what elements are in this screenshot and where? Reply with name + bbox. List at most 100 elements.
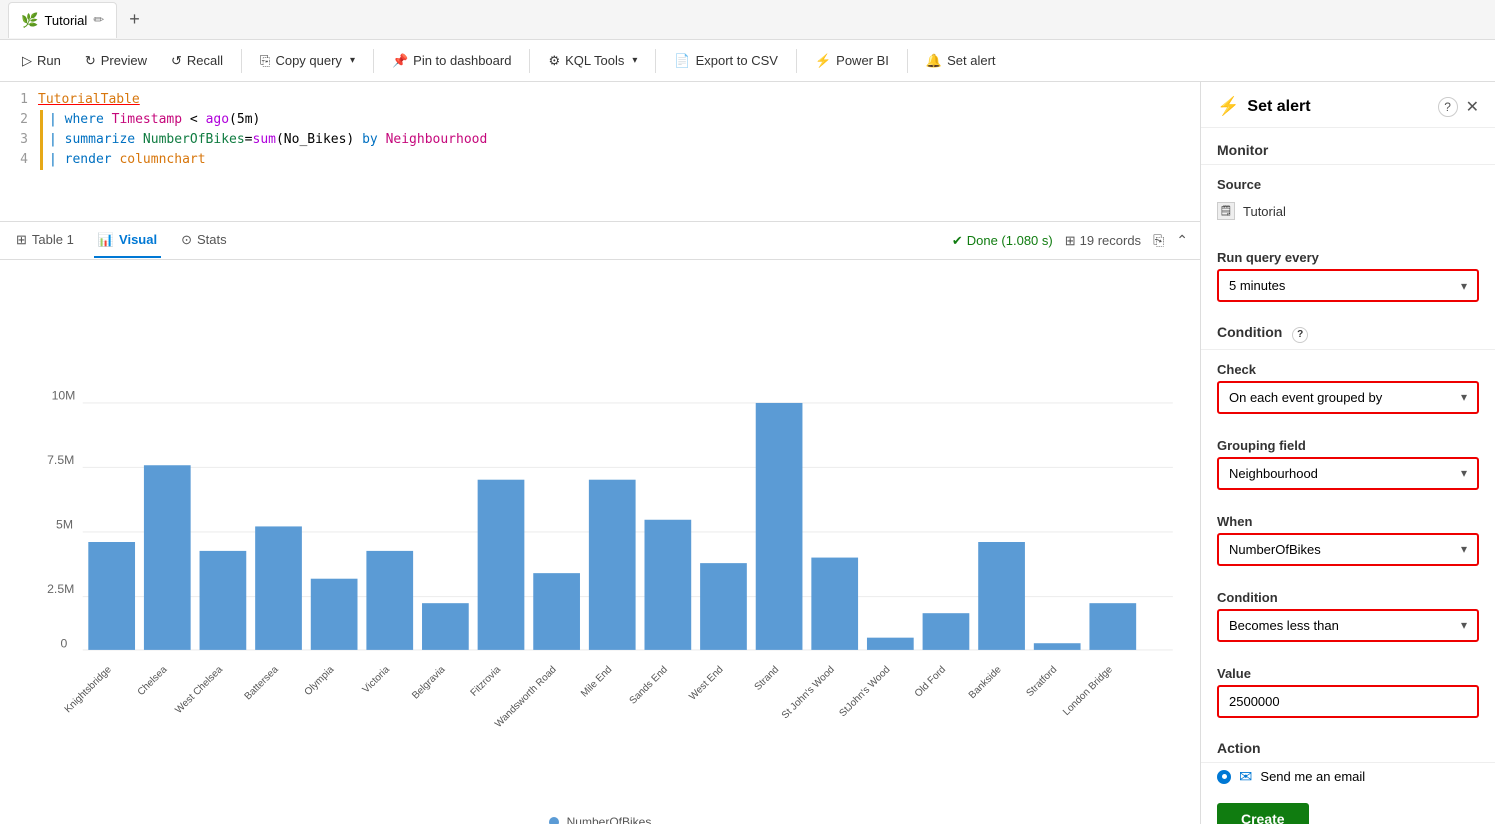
bar-stratford — [1034, 643, 1081, 650]
tutorial-tab[interactable]: 🌿 Tutorial ✏ — [8, 2, 117, 38]
chart-area: 10M 7.5M 5M 2.5M 0 Knights — [0, 260, 1200, 824]
condition-dropdown-section: Condition Becomes less than ▾ — [1201, 578, 1495, 654]
tab-visual[interactable]: 📊 Visual — [94, 224, 161, 258]
create-button[interactable]: Create — [1217, 803, 1309, 824]
tab-edit-icon[interactable]: ✏ — [93, 12, 104, 28]
table-tab-label: Table 1 — [32, 232, 74, 247]
results-tabs: ⊞ Table 1 📊 Visual ⊙ Stats ✔ Done (1.080… — [0, 222, 1200, 260]
legend-color — [549, 817, 559, 824]
source-row: 🗒 Tutorial — [1217, 196, 1479, 226]
value-input[interactable] — [1217, 685, 1479, 718]
bar-belgravia — [422, 603, 469, 650]
powerbi-label: Power BI — [836, 53, 889, 68]
status-done: ✔ Done (1.080 s) — [952, 233, 1053, 249]
powerbi-icon: ⚡ — [815, 53, 831, 69]
x-label-stratford: Stratford — [1024, 664, 1059, 699]
preview-label: Preview — [101, 53, 147, 68]
power-bi-button[interactable]: ⚡ Power BI — [805, 48, 899, 74]
chart-svg: 10M 7.5M 5M 2.5M 0 Knights — [16, 276, 1184, 808]
source-label: Source — [1217, 177, 1479, 192]
x-label-mile-end: Mile End — [579, 664, 614, 699]
x-label-olympia: Olympia — [303, 664, 337, 698]
panel-title: ⚡ Set alert — [1217, 96, 1311, 117]
copy-query-button[interactable]: ⎘ Copy query — [250, 48, 365, 74]
grouping-field-label: Grouping field — [1217, 438, 1479, 453]
condition-dropdown-value: Becomes less than — [1229, 618, 1339, 633]
visual-tab-label: Visual — [119, 232, 157, 247]
tab-stats[interactable]: ⊙ Stats — [177, 224, 231, 258]
monitor-section-title: Monitor — [1201, 128, 1495, 164]
grouping-field-arrow: ▾ — [1461, 466, 1467, 480]
condition-dropdown[interactable]: Becomes less than ▾ — [1217, 609, 1479, 642]
when-value: NumberOfBikes — [1229, 542, 1321, 557]
y-label-10m: 10M — [52, 389, 76, 403]
x-label-chelsea: Chelsea — [136, 664, 170, 698]
bar-fitzrovia — [478, 480, 525, 650]
editor-results: 1 TutorialTable 2 | where Timestamp < ag… — [0, 82, 1200, 824]
bar-st-johns-2 — [867, 638, 914, 650]
code-line-1: 1 TutorialTable — [0, 90, 1200, 110]
code-editor[interactable]: 1 TutorialTable 2 | where Timestamp < ag… — [0, 82, 1200, 222]
panel-header: ⚡ Set alert ? ✕ — [1201, 82, 1495, 128]
done-check-icon: ✔ — [952, 233, 963, 249]
kql-label: KQL Tools — [565, 53, 624, 68]
pin-icon: 📌 — [392, 53, 408, 69]
when-dropdown[interactable]: NumberOfBikes ▾ — [1217, 533, 1479, 566]
help-icon[interactable]: ? — [1438, 97, 1458, 117]
action-section-title: Action — [1201, 730, 1495, 762]
tab-bar: 🌿 Tutorial ✏ + — [0, 0, 1495, 40]
add-tab-button[interactable]: + — [121, 9, 148, 30]
x-label-fitzrovia: Fitzrovia — [469, 664, 504, 699]
results-status: ✔ Done (1.080 s) ⊞ 19 records ⎘ ⌃ — [952, 232, 1188, 249]
export-csv-button[interactable]: 📄 Export to CSV — [664, 48, 788, 74]
bar-sands-end — [644, 520, 691, 650]
x-label-bankside: Bankside — [967, 664, 1004, 701]
recall-button[interactable]: ↺ Recall — [161, 48, 233, 74]
bar-london-bridge — [1089, 603, 1136, 650]
run-query-dropdown[interactable]: 5 minutes ▾ — [1217, 269, 1479, 302]
bar-battersea — [255, 526, 302, 649]
bar-knightsbridge — [88, 542, 135, 650]
radio-dot — [1217, 770, 1231, 784]
close-icon[interactable]: ✕ — [1466, 97, 1479, 117]
run-label: Run — [37, 53, 61, 68]
condition-dropdown-arrow: ▾ — [1461, 618, 1467, 632]
send-email-row[interactable]: ✉ Send me an email — [1201, 763, 1495, 791]
code-line-3: 3 | summarize NumberOfBikes=sum(No_Bikes… — [0, 130, 1200, 150]
records-text: 19 records — [1080, 233, 1141, 248]
when-section: When NumberOfBikes ▾ — [1201, 502, 1495, 578]
preview-button[interactable]: ↻ Preview — [75, 48, 157, 74]
alert-label: Set alert — [947, 53, 995, 68]
expand-icon[interactable]: ⌃ — [1176, 232, 1188, 249]
sep4 — [655, 49, 656, 73]
check-arrow: ▾ — [1461, 390, 1467, 404]
outlook-icon: ✉ — [1239, 767, 1252, 787]
when-arrow: ▾ — [1461, 542, 1467, 556]
grouping-field-value: Neighbourhood — [1229, 466, 1318, 481]
tab-table[interactable]: ⊞ Table 1 — [12, 224, 78, 258]
grouping-field-dropdown[interactable]: Neighbourhood ▾ — [1217, 457, 1479, 490]
kql-icon: ⚙ — [548, 53, 560, 69]
code-line-2: 2 | where Timestamp < ago(5m) — [0, 110, 1200, 130]
y-label-0: 0 — [60, 637, 67, 651]
check-dropdown[interactable]: On each event grouped by ▾ — [1217, 381, 1479, 414]
bar-bankside — [978, 542, 1025, 650]
y-label-75m: 7.5M — [47, 453, 74, 467]
kql-tools-button[interactable]: ⚙ KQL Tools — [538, 48, 647, 74]
sep6 — [907, 49, 908, 73]
pin-dashboard-button[interactable]: 📌 Pin to dashboard — [382, 48, 521, 74]
check-section: Check On each event grouped by ▾ — [1201, 350, 1495, 426]
copy-results-icon[interactable]: ⎘ — [1153, 232, 1164, 249]
tab-label: Tutorial — [44, 13, 87, 28]
send-email-label: Send me an email — [1260, 769, 1365, 784]
run-button[interactable]: ▷ Run — [12, 48, 71, 74]
status-records: ⊞ 19 records — [1065, 233, 1141, 249]
source-section: Source 🗒 Tutorial — [1201, 165, 1495, 238]
condition-help-icon[interactable]: ? — [1292, 327, 1308, 343]
set-alert-toolbar-button[interactable]: 🔔 Set alert — [916, 48, 1006, 74]
run-icon: ▷ — [22, 53, 32, 69]
run-query-label: Run query every — [1217, 250, 1479, 265]
x-label-old-ford: Old Ford — [913, 664, 948, 699]
bar-wandsworth — [533, 573, 580, 650]
x-label-victoria: Victoria — [361, 664, 393, 696]
